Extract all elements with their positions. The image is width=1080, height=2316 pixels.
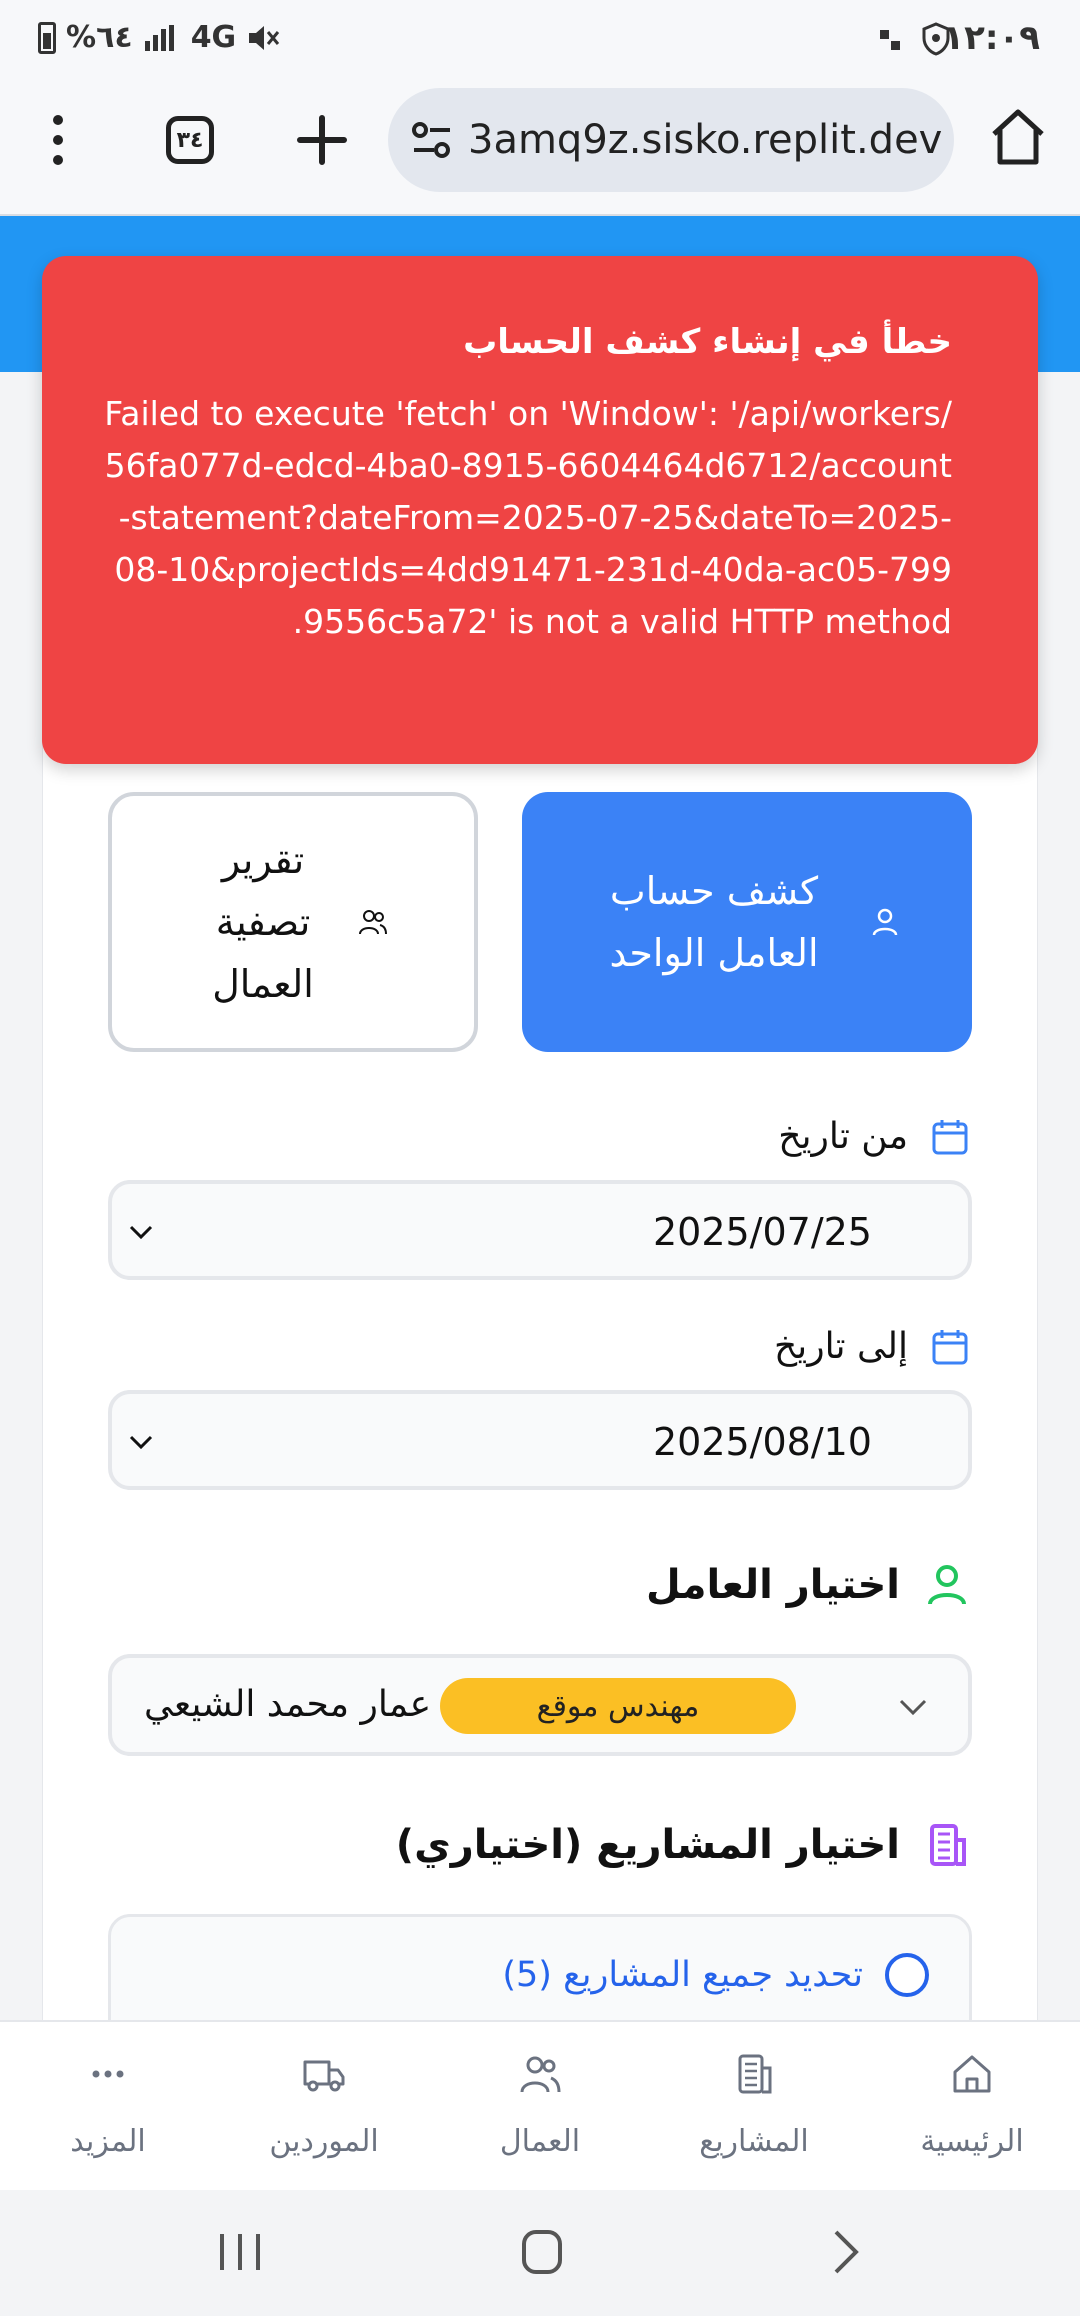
browser-toolbar: ٣٤ 3amq9z.sisko.replit.dev — [0, 80, 1080, 216]
projects-section-title-row: اختيار المشاريع (اختياري) — [396, 1822, 970, 1868]
calendar-icon — [932, 1329, 968, 1364]
home-button-icon[interactable] — [512, 2226, 572, 2278]
battery-level: %٦٤ — [66, 20, 133, 55]
status-left: %٦٤ 4G — [38, 20, 280, 55]
site-settings-icon[interactable] — [410, 118, 454, 162]
date-to-value: 2025/08/10 — [652, 1420, 872, 1464]
nav-suppliers-label: الموردين — [269, 2124, 379, 2159]
new-tab-icon[interactable] — [294, 112, 350, 168]
toast-message: Failed to execute 'fetch' on 'Window': '… — [104, 394, 952, 641]
nav-workers-label: العمال — [499, 2124, 581, 2159]
clock: ١٢:٠٩ — [943, 18, 1040, 58]
signal-icon — [144, 24, 174, 51]
projects-section-title: اختيار المشاريع (اختياري) — [395, 1822, 900, 1868]
date-to-field[interactable]: 2025/08/10 — [108, 1390, 972, 1490]
nav-suppliers[interactable]: الموردين — [224, 2052, 424, 2159]
nav-workers[interactable]: العمال — [440, 2052, 640, 2159]
nav-projects[interactable]: المشاريع — [654, 2052, 854, 2159]
nav-more[interactable]: المزيد — [8, 2052, 208, 2159]
single-worker-statement-button[interactable]: كشف حساب العامل الواحد — [522, 792, 972, 1052]
worker-section-title: اختيار العامل — [646, 1562, 900, 1608]
home-icon — [953, 2055, 991, 2093]
truck-icon — [303, 2060, 345, 2092]
calendar-icon — [932, 1119, 968, 1154]
error-toast[interactable]: خطأ في إنشاء كشف الحساب Failed to execut… — [42, 256, 1038, 764]
back-icon[interactable] — [816, 2226, 876, 2278]
notification-dots-icon — [880, 30, 900, 50]
select-all-projects[interactable]: تحديد جميع المشاريع (5) — [502, 1953, 929, 1997]
bottom-navigation: الرئيسية المشاريع العمال الموردين المزيد — [0, 2020, 1080, 2190]
browser-home-icon[interactable] — [990, 108, 1046, 166]
building-icon — [930, 1824, 966, 1866]
user-icon — [872, 908, 898, 936]
building-icon — [738, 2054, 772, 2094]
settlement-label: تقرير تصفية العمال — [212, 838, 314, 1006]
worker-name: عمار محمد الشيعي — [144, 1684, 432, 1725]
users-icon — [359, 910, 387, 935]
recent-apps-icon[interactable] — [210, 2226, 270, 2278]
nav-more-label: المزيد — [70, 2124, 146, 2159]
select-all-label: تحديد جميع المشاريع (5) — [502, 1955, 863, 1995]
mute-icon — [249, 25, 280, 50]
tab-switcher-button[interactable]: ٣٤ — [166, 116, 214, 164]
battery-icon — [38, 21, 56, 54]
worker-section-title-row: اختيار العامل — [646, 1562, 970, 1608]
select-all-radio[interactable] — [885, 1953, 929, 1997]
date-to-label: إلى تاريخ — [773, 1326, 908, 1367]
date-from-value: 2025/07/25 — [652, 1210, 872, 1254]
chevron-down-icon — [899, 1699, 927, 1716]
toast-title: خطأ في إنشاء كشف الحساب — [463, 322, 952, 362]
browser-menu-icon[interactable] — [46, 110, 70, 170]
nav-projects-label: المشاريع — [699, 2124, 809, 2159]
address-bar[interactable]: 3amq9z.sisko.replit.dev — [388, 88, 954, 192]
worker-select[interactable]: مهندس موقع عمار محمد الشيعي — [108, 1654, 972, 1756]
date-to-label-row: إلى تاريخ — [774, 1326, 970, 1367]
date-from-label-row: من تاريخ — [778, 1116, 970, 1157]
system-navigation-bar — [0, 2190, 1080, 2316]
url-text: 3amq9z.sisko.replit.dev — [468, 117, 943, 163]
worker-role-badge: مهندس موقع — [440, 1678, 796, 1734]
user-icon — [928, 1565, 966, 1605]
date-from-field[interactable]: 2025/07/25 — [108, 1180, 972, 1280]
nav-home-label: الرئيسية — [920, 2124, 1024, 2159]
date-from-label: من تاريخ — [778, 1116, 908, 1157]
single-worker-label: كشف حساب العامل الواحد — [609, 869, 819, 975]
chevron-down-icon — [129, 1435, 153, 1450]
nav-home[interactable]: الرئيسية — [872, 2052, 1072, 2159]
chevron-down-icon — [129, 1225, 153, 1240]
network-type: 4G — [190, 20, 237, 55]
more-icon — [92, 2070, 124, 2078]
users-icon — [520, 2056, 561, 2093]
status-bar: %٦٤ 4G ١٢:٠٩ — [0, 0, 1080, 80]
workers-settlement-button[interactable]: تقرير تصفية العمال — [108, 792, 478, 1052]
